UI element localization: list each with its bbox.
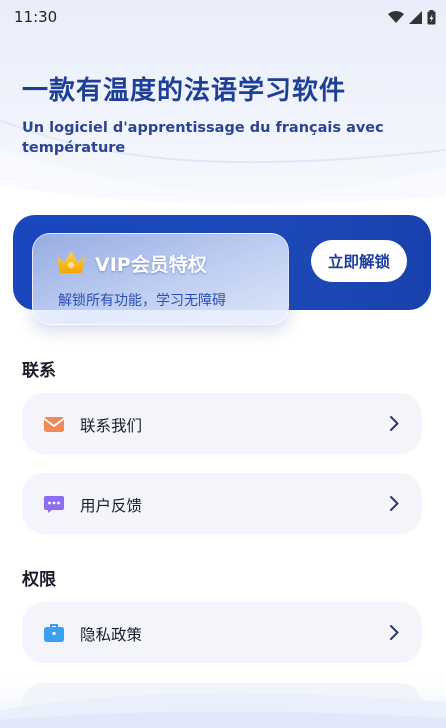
vip-card: VIP会员特权 解锁所有功能，学习无障碍 — [32, 233, 289, 325]
wifi-icon — [388, 10, 404, 23]
chevron-right-icon — [390, 416, 399, 431]
signal-icon — [409, 10, 422, 24]
section-label-permissions: 权限 — [22, 570, 56, 590]
vip-banner[interactable]: VIP会员特权 解锁所有功能，学习无障碍 立即解锁 — [13, 215, 431, 325]
unlock-button[interactable]: 立即解锁 — [311, 240, 407, 282]
chat-icon — [44, 496, 64, 513]
menu-item-label: 联系我们 — [80, 417, 143, 435]
status-icons — [388, 9, 436, 25]
battery-icon — [427, 9, 436, 24]
chevron-right-icon — [390, 625, 399, 640]
bottom-wave-decoration — [0, 692, 446, 728]
menu-item-label: 隐私政策 — [80, 626, 143, 644]
vip-title: VIP会员特权 — [95, 254, 207, 276]
status-bar: 11:30 — [0, 0, 446, 34]
page-subtitle: Un logiciel d'apprentissage du français … — [22, 120, 384, 156]
status-time: 11:30 — [14, 8, 58, 26]
chevron-right-icon — [390, 496, 399, 511]
menu-item-contact-us[interactable]: 联系我们 — [22, 393, 422, 454]
menu-item-feedback[interactable]: 用户反馈 — [22, 473, 422, 534]
crown-icon — [57, 251, 85, 273]
menu-item-privacy-policy[interactable]: 隐私政策 — [22, 602, 422, 663]
briefcase-icon — [44, 624, 64, 642]
page-title: 一款有温度的法语学习软件 — [22, 76, 347, 106]
menu-item-label: 用户反馈 — [80, 497, 143, 515]
mail-icon — [43, 417, 65, 432]
section-label-contact: 联系 — [22, 361, 56, 381]
vip-description: 解锁所有功能，学习无障碍 — [58, 293, 226, 309]
